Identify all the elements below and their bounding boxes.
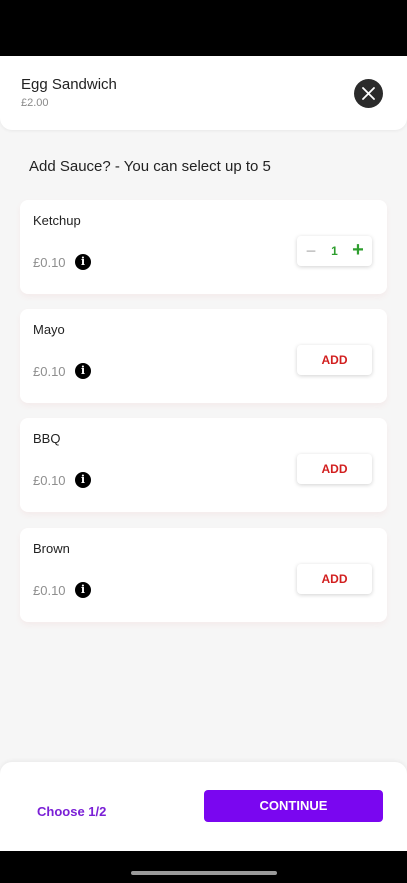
decrement-button[interactable]: − — [303, 236, 319, 266]
info-icon[interactable]: i — [75, 582, 91, 598]
footer-bar: Choose 1/2 CONTINUE — [0, 762, 407, 851]
item-header: Egg Sandwich £2.00 — [0, 56, 407, 130]
step-indicator: Choose 1/2 — [37, 804, 107, 819]
option-price: £0.10 — [33, 255, 66, 270]
item-name: Egg Sandwich — [21, 76, 117, 93]
option-name: Mayo — [33, 322, 65, 337]
info-icon[interactable]: i — [75, 363, 91, 379]
increment-button[interactable]: + — [350, 236, 366, 266]
add-button[interactable]: ADD — [297, 564, 372, 594]
close-icon — [362, 87, 375, 100]
option-card-mayo: Mayo £0.10 i ADD — [20, 309, 387, 403]
item-options-screen: Egg Sandwich £2.00 Add Sauce? - You can … — [0, 56, 407, 851]
option-price: £0.10 — [33, 473, 66, 488]
add-button[interactable]: ADD — [297, 454, 372, 484]
option-card-bbq: BBQ £0.10 i ADD — [20, 418, 387, 512]
info-icon[interactable]: i — [75, 472, 91, 488]
close-button[interactable] — [354, 79, 383, 108]
quantity-stepper: − 1 + — [297, 236, 372, 266]
option-name: Brown — [33, 541, 70, 556]
status-bar — [0, 0, 407, 56]
item-price: £2.00 — [21, 97, 49, 109]
home-indicator[interactable] — [131, 871, 277, 875]
option-card-brown: Brown £0.10 i ADD — [20, 528, 387, 622]
system-nav-bar — [0, 851, 407, 883]
continue-button[interactable]: CONTINUE — [204, 790, 383, 822]
option-name: BBQ — [33, 431, 61, 446]
add-button[interactable]: ADD — [297, 345, 372, 375]
option-card-ketchup: Ketchup £0.10 i − 1 + — [20, 200, 387, 294]
option-name: Ketchup — [33, 213, 81, 228]
section-title: Add Sauce? - You can select up to 5 — [29, 158, 271, 175]
option-price: £0.10 — [33, 364, 66, 379]
info-icon[interactable]: i — [75, 254, 91, 270]
quantity-value: 1 — [331, 244, 338, 258]
option-price: £0.10 — [33, 583, 66, 598]
